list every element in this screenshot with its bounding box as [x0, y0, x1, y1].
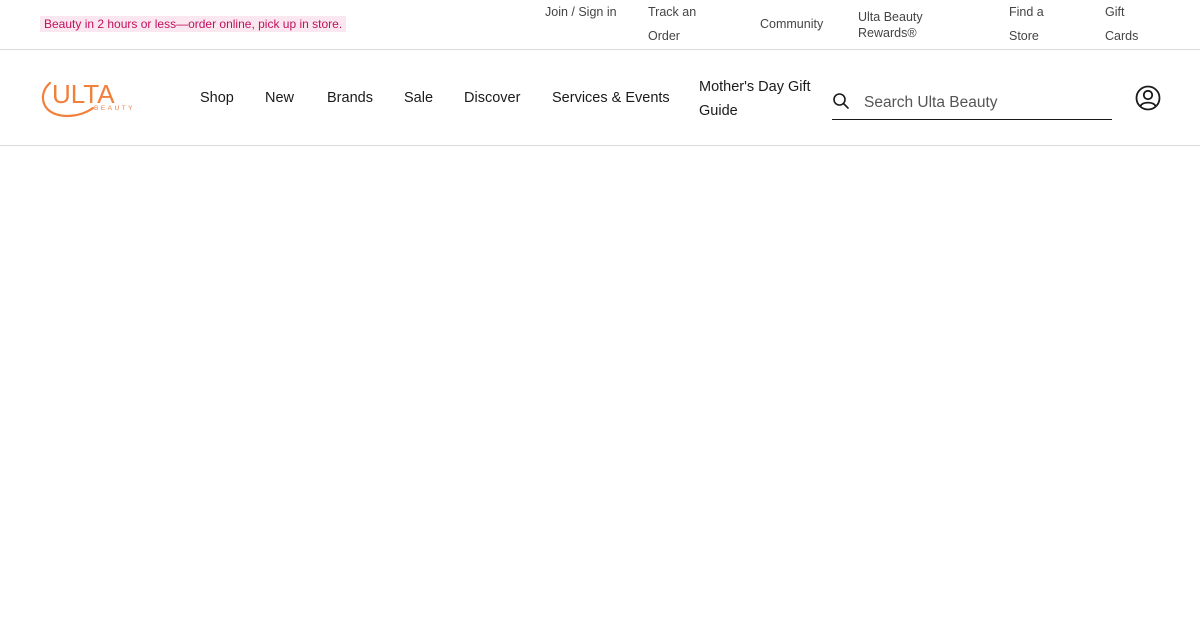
search-input[interactable]	[864, 90, 1104, 116]
search-icon[interactable]	[832, 92, 850, 110]
gift-cards-link[interactable]: Gift Cards	[1105, 0, 1150, 48]
track-order-link[interactable]: Track an Order	[648, 0, 718, 48]
nav-sale[interactable]: Sale	[404, 86, 433, 110]
join-sign-in-link[interactable]: Join / Sign in	[545, 0, 625, 24]
account-icon[interactable]	[1134, 84, 1162, 112]
search-bar	[832, 86, 1112, 120]
nav-discover[interactable]: Discover	[464, 86, 520, 110]
nav-services-events[interactable]: Services & Events	[552, 86, 670, 110]
nav-new[interactable]: New	[265, 86, 294, 110]
page-content	[0, 146, 1200, 630]
nav-mothers-day-gift-guide[interactable]: Mother's Day Gift Guide	[699, 75, 824, 123]
main-navigation: ULTA BEAUTY Shop New Brands Sale Discove…	[0, 50, 1200, 146]
find-store-link[interactable]: Find a Store	[1009, 0, 1059, 48]
nav-brands[interactable]: Brands	[327, 86, 373, 110]
promo-banner[interactable]: Beauty in 2 hours or less—order online, …	[40, 16, 347, 32]
community-link[interactable]: Community	[760, 12, 823, 36]
nav-shop[interactable]: Shop	[200, 86, 234, 110]
utility-bar: Beauty in 2 hours or less—order online, …	[0, 0, 1200, 50]
rewards-link[interactable]: Ulta Beauty Rewards®	[858, 9, 958, 41]
logo-subtext: BEAUTY	[94, 105, 135, 112]
ulta-beauty-logo[interactable]: ULTA BEAUTY	[38, 75, 138, 119]
